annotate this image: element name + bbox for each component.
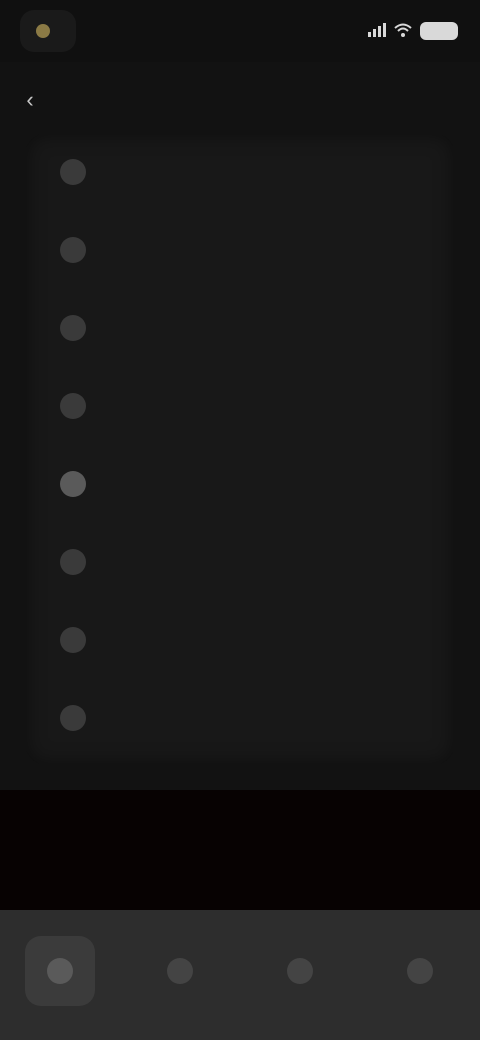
list-item-2[interactable] [26,220,454,280]
wifi-icon [394,23,412,40]
nav-item-4[interactable] [385,936,455,1006]
circle-icon [60,393,86,419]
options-list [26,134,454,764]
nav-2-icon [167,958,193,984]
brand-pill [20,10,76,52]
nav-item-3[interactable] [265,936,335,1006]
nav-4-icon [407,958,433,984]
save-bar [0,790,480,910]
list-item-5[interactable] [26,454,454,514]
list-item-4[interactable] [26,376,454,436]
nav-3-icon [287,958,313,984]
circle-icon [60,471,86,497]
back-arrow-icon: ‹ [26,87,34,112]
list-item-8[interactable] [26,688,454,748]
list-item-3[interactable] [26,298,454,358]
list-item-7[interactable] [26,610,454,670]
circle-icon [60,237,86,263]
circle-icon [60,159,86,185]
circle-icon [60,315,86,341]
nav-1-icon [47,958,73,984]
nav-item-1[interactable] [25,936,95,1006]
bottom-nav [0,910,480,1040]
circle-icon [60,705,86,731]
save-button[interactable] [180,822,300,870]
status-bar [0,0,480,62]
circle-icon [60,549,86,575]
nav-item-2[interactable] [145,936,215,1006]
header: ‹ [0,62,480,144]
signal-icon [368,22,386,40]
circle-icon [60,627,86,653]
status-right [360,22,458,40]
back-button[interactable]: ‹ [14,84,46,116]
list-item-1[interactable] [26,142,454,202]
list-item-6[interactable] [26,532,454,592]
brand-icon [36,24,50,38]
battery-icon [420,22,458,40]
